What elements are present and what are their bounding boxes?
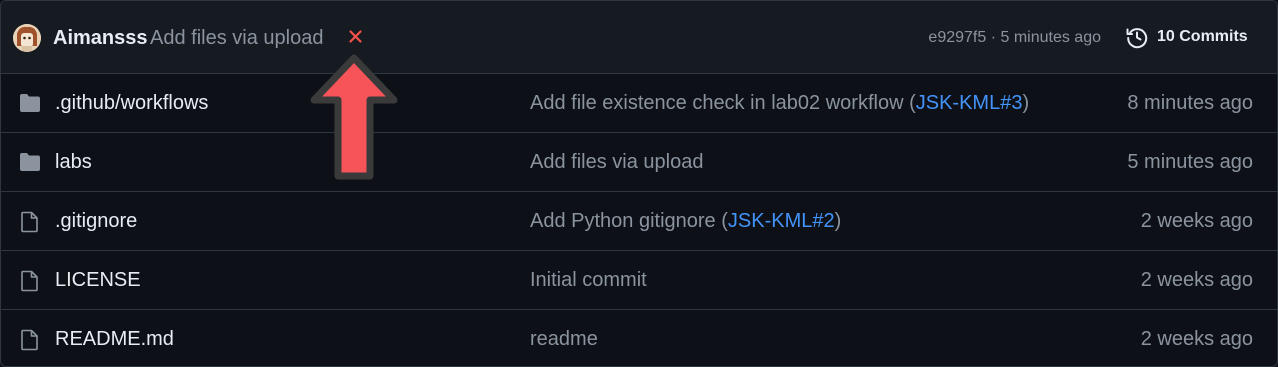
commit-hash[interactable]: e9297f5	[928, 29, 986, 46]
file-icon	[19, 211, 41, 233]
commit-message-text[interactable]: Add file existence check in lab02 workfl…	[530, 92, 916, 114]
file-name[interactable]: .gitignore	[55, 209, 137, 233]
file-age: 2 weeks ago	[1140, 328, 1253, 350]
commit-time: 5 minutes ago	[1000, 29, 1101, 46]
avatar-image	[13, 24, 41, 52]
commit-message-text[interactable]: Add Python gitignore (	[530, 210, 728, 232]
history-icon	[1126, 28, 1148, 49]
file-name[interactable]: LICENSE	[55, 268, 141, 292]
file-row[interactable]: LICENSE Initial commit 2 weeks ago	[1, 251, 1277, 310]
folder-icon	[19, 152, 41, 172]
latest-commit-message[interactable]: Add files via upload	[150, 26, 323, 50]
file-commit-message: Add Python gitignore (JSK-KML#2)	[530, 209, 841, 233]
file-row[interactable]: .github/workflows Add file existence che…	[1, 74, 1277, 133]
file-browser: Aimansss Add files via upload e9297f5 · …	[0, 0, 1278, 367]
file-name[interactable]: labs	[55, 150, 92, 174]
file-age: 2 weeks ago	[1140, 269, 1253, 291]
file-row[interactable]: .gitignore Add Python gitignore (JSK-KML…	[1, 192, 1277, 251]
file-age: 5 minutes ago	[1127, 151, 1253, 173]
issue-link[interactable]: JSK-KML#3	[916, 92, 1023, 114]
commit-sha-time: e9297f5 · 5 minutes ago	[928, 28, 1101, 48]
commits-link[interactable]: 10 Commits	[1125, 23, 1248, 51]
commit-message-tail[interactable]: )	[835, 210, 842, 232]
x-icon[interactable]	[346, 27, 366, 47]
commit-author[interactable]: Aimansss	[53, 26, 148, 50]
file-name[interactable]: README.md	[55, 327, 174, 351]
file-icon	[19, 329, 41, 351]
file-row[interactable]: labs Add files via upload 5 minutes ago	[1, 133, 1277, 192]
file-age: 2 weeks ago	[1140, 210, 1253, 232]
issue-link[interactable]: JSK-KML#2	[728, 210, 835, 232]
commit-message-text[interactable]: Initial commit	[530, 269, 647, 291]
commit-message-text[interactable]: Add files via upload	[530, 151, 703, 173]
separator: ·	[986, 29, 1001, 46]
file-commit-message: Add files via upload	[530, 150, 703, 174]
commits-count: 10 Commits	[1157, 28, 1248, 45]
file-commit-message: readme	[530, 327, 598, 351]
file-commit-message: Initial commit	[530, 268, 647, 292]
file-commit-message: Add file existence check in lab02 workfl…	[530, 91, 1029, 115]
file-icon	[19, 270, 41, 292]
commit-message-text[interactable]: readme	[530, 328, 598, 350]
file-row[interactable]: README.md readme 2 weeks ago	[1, 310, 1277, 366]
file-name[interactable]: .github/workflows	[55, 91, 208, 115]
commit-message-tail[interactable]: )	[1022, 92, 1029, 114]
file-age: 8 minutes ago	[1127, 92, 1253, 114]
latest-commit-bar: Aimansss Add files via upload e9297f5 · …	[1, 1, 1277, 74]
avatar[interactable]	[13, 24, 41, 52]
folder-icon	[19, 93, 41, 113]
